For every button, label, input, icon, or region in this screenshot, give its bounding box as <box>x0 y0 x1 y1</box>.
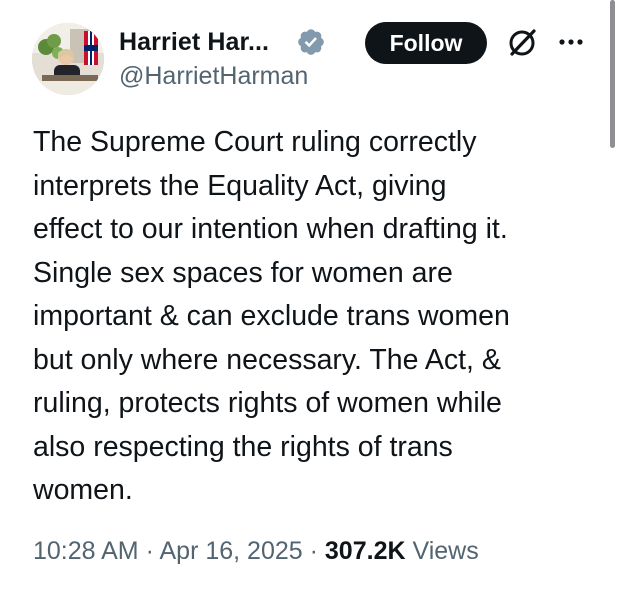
author-handle[interactable]: @HarrietHarman <box>119 62 308 91</box>
verified-badge-icon[interactable] <box>296 27 326 57</box>
grok-icon[interactable] <box>505 26 539 60</box>
author-avatar[interactable] <box>32 23 104 95</box>
profile-photo <box>32 23 104 95</box>
more-options-icon[interactable] <box>556 28 586 56</box>
views-count[interactable]: 307.2K <box>325 537 406 565</box>
views-label[interactable]: Views <box>412 537 478 565</box>
author-name-row: Harriet Har... <box>119 26 326 58</box>
tweet-metadata: 10:28 AM · Apr 16, 2025 · 307.2K Views <box>33 537 479 566</box>
author-display-name[interactable]: Harriet Har... <box>119 28 269 57</box>
tweet-time[interactable]: 10:28 AM <box>33 537 139 565</box>
tweet-text: The Supreme Court ruling correctly inter… <box>33 126 510 506</box>
scrollbar[interactable] <box>610 0 615 148</box>
follow-button[interactable]: Follow <box>365 22 487 64</box>
meta-separator: · <box>145 537 154 565</box>
tweet-date[interactable]: Apr 16, 2025 <box>160 537 303 565</box>
meta-separator: · <box>309 537 318 565</box>
